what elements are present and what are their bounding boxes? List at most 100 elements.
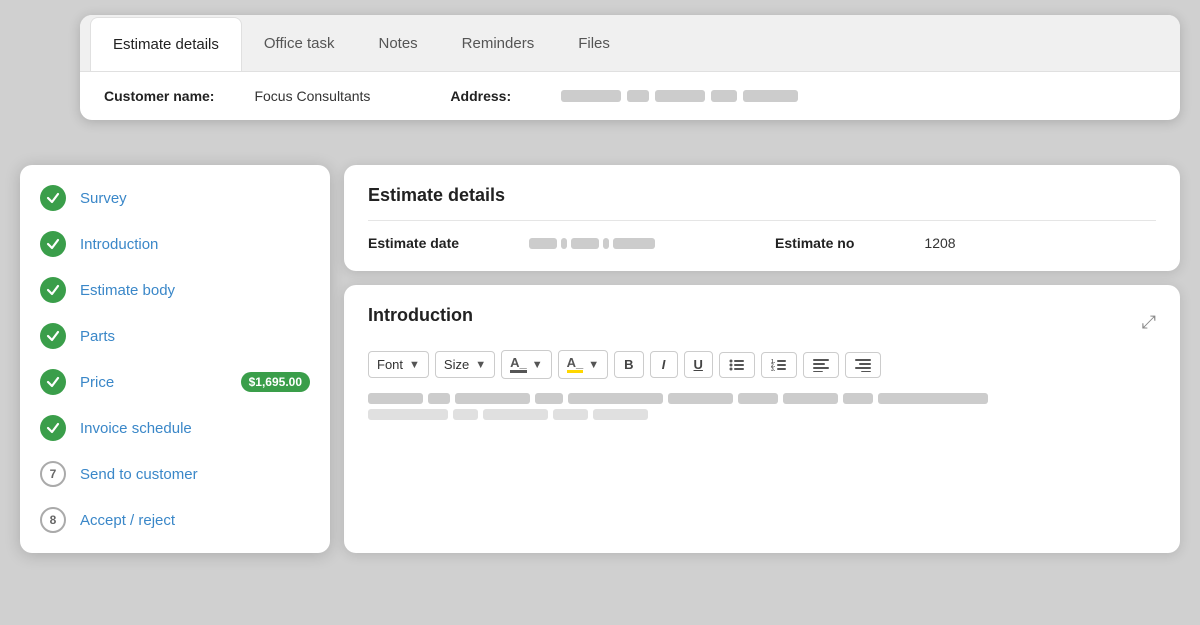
sidebar-item-introduction[interactable]: Introduction [20,221,330,267]
tab-reminders[interactable]: Reminders [440,17,557,70]
right-content: Estimate details Estimate date Estimate … [344,165,1180,553]
sidebar-label-estimate-body: Estimate body [80,282,175,299]
expand-icon[interactable]: ⤢ [1142,312,1156,333]
text-line-2 [368,409,1156,420]
sidebar-label-accept-reject: Accept / reject [80,512,175,529]
addr-block-1 [561,90,621,102]
customer-row: Customer name: Focus Consultants Address… [80,72,1180,120]
svg-text:3.: 3. [771,367,776,372]
sidebar-label-introduction: Introduction [80,236,158,253]
date-blocks [529,238,655,249]
check-icon-invoice-schedule [40,415,66,441]
sidebar-item-estimate-body[interactable]: Estimate body [20,267,330,313]
size-select[interactable]: Size ▼ [435,351,495,378]
underline-button[interactable]: U [684,351,713,378]
top-card: Estimate details Office task Notes Remin… [80,15,1180,120]
address-label: Address: [450,88,511,104]
bold-button[interactable]: B [614,351,643,378]
sidebar-item-price[interactable]: Price $1,695.00 [20,359,330,405]
tb2 [428,393,450,404]
sidebar-label-send-to-customer: Send to customer [80,466,198,483]
sidebar-card: Survey Introduction Estimate body Parts [20,165,330,553]
estimate-details-card: Estimate details Estimate date Estimate … [344,165,1180,271]
text-content [368,389,1156,429]
tab-estimate-details[interactable]: Estimate details [90,17,242,71]
tb14 [553,409,588,420]
introduction-title: Introduction [368,305,473,326]
font-select[interactable]: Font ▼ [368,351,429,378]
tb1 [368,393,423,404]
check-icon-survey [40,185,66,211]
tb12 [453,409,478,420]
estimate-no-value: 1208 [924,235,955,251]
check-icon-parts [40,323,66,349]
tb9 [843,393,873,404]
date-block-2 [571,238,599,249]
date-sep-1 [561,238,567,249]
tab-notes[interactable]: Notes [356,17,439,70]
estimate-details-title: Estimate details [368,185,1156,206]
check-icon-price [40,369,66,395]
estimate-no-label: Estimate no [775,235,854,251]
customer-name-label: Customer name: [104,88,214,104]
price-badge: $1,695.00 [241,372,310,392]
tb8 [783,393,838,404]
date-block-3 [613,238,655,249]
sidebar-item-invoice-schedule[interactable]: Invoice schedule [20,405,330,451]
sidebar-label-price: Price [80,374,114,391]
font-color-button[interactable]: A_ ▼ [501,350,552,379]
text-line-1 [368,393,1156,404]
align-left-button[interactable] [803,352,839,378]
estimate-date-label: Estimate date [368,235,459,251]
sidebar-item-accept-reject[interactable]: 8 Accept / reject [20,497,330,543]
addr-block-4 [711,90,737,102]
tab-files[interactable]: Files [556,17,632,70]
sidebar-label-invoice-schedule: Invoice schedule [80,420,192,437]
tb4 [535,393,563,404]
tab-office-task[interactable]: Office task [242,17,357,70]
highlight-indicator: A_ [567,356,584,373]
bottom-section: Survey Introduction Estimate body Parts [20,165,1180,553]
align-right-button[interactable] [845,352,881,378]
addr-block-2 [627,90,649,102]
number-circle-accept-reject: 8 [40,507,66,533]
sidebar-item-parts[interactable]: Parts [20,313,330,359]
font-label: Font [377,357,403,372]
sidebar-label-parts: Parts [80,328,115,345]
list-ordered-button[interactable]: 1.2.3. [761,352,797,378]
toolbar: Font ▼ Size ▼ A_ ▼ A_ ▼ B I U [368,350,1156,379]
font-caret: ▼ [409,359,420,371]
tb6 [668,393,733,404]
tb3 [455,393,530,404]
size-label: Size [444,357,469,372]
check-icon-introduction [40,231,66,257]
estimate-details-divider [368,220,1156,221]
addr-block-3 [655,90,705,102]
date-block-1 [529,238,557,249]
font-color-caret: ▼ [532,359,543,371]
list-unordered-button[interactable] [719,352,755,378]
check-icon-estimate-body [40,277,66,303]
tabs-row: Estimate details Office task Notes Remin… [80,15,1180,72]
size-caret: ▼ [475,359,486,371]
tb15 [593,409,648,420]
address-blocks [561,90,798,102]
customer-name-value: Focus Consultants [254,88,370,104]
highlight-caret: ▼ [588,359,599,371]
tb10 [878,393,988,404]
sidebar-label-survey: Survey [80,190,127,207]
highlight-button[interactable]: A_ ▼ [558,350,609,379]
font-color-indicator: A_ [510,356,527,373]
tb7 [738,393,778,404]
intro-header: Introduction ⤢ [368,305,1156,340]
estimate-row: Estimate date Estimate no 1208 [368,235,1156,251]
tb13 [483,409,548,420]
sidebar-item-survey[interactable]: Survey [20,175,330,221]
tb5 [568,393,663,404]
italic-button[interactable]: I [650,351,678,378]
addr-block-5 [743,90,798,102]
introduction-card: Introduction ⤢ Font ▼ Size ▼ A_ ▼ A_ [344,285,1180,553]
sidebar-item-send-to-customer[interactable]: 7 Send to customer [20,451,330,497]
date-sep-2 [603,238,609,249]
number-circle-send-to-customer: 7 [40,461,66,487]
